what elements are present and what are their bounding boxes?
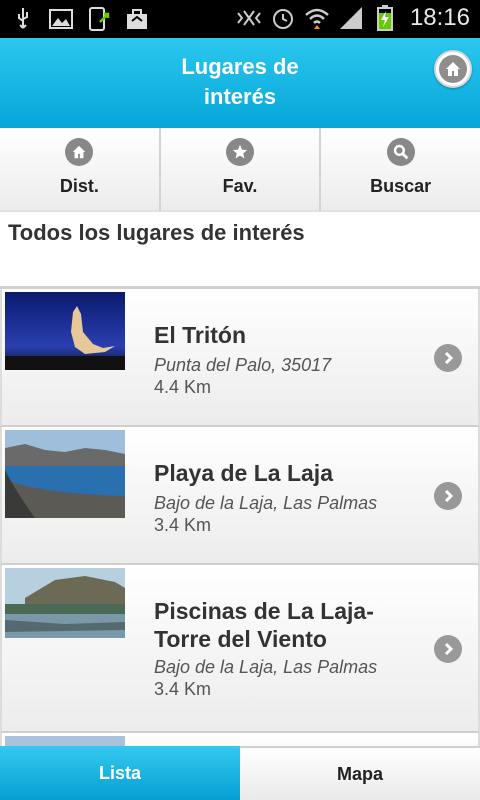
places-list[interactable]: El Tritón Punta del Palo, 35017 4.4 Km P…: [0, 289, 480, 747]
tab-label: Dist.: [59, 176, 99, 196]
signal-icon: [339, 7, 362, 29]
battery-charging-icon: [376, 5, 393, 31]
star-icon: [232, 144, 248, 159]
alarm-icon: [272, 9, 293, 29]
wifi-icon: [305, 8, 329, 29]
status-bar: 18:16: [0, 0, 480, 38]
place-address: Bajo de la Laja, Las Palmas: [154, 493, 378, 513]
chevron-right-icon[interactable]: [434, 482, 462, 510]
tab-favorites[interactable]: Fav.: [160, 128, 322, 212]
list-item[interactable]: Playa de La Laja Bajo de la Laja, Las Pa…: [0, 427, 480, 565]
place-name: El Tritón: [154, 322, 246, 348]
place-distance: 3.4 Km: [154, 515, 212, 535]
place-thumbnail: [5, 568, 125, 638]
place-distance: 4.4 Km: [154, 377, 212, 397]
home-button[interactable]: [434, 50, 472, 88]
place-address: Punta del Palo, 35017: [154, 355, 332, 375]
list-item[interactable]: El Tritón Punta del Palo, 35017 4.4 Km: [0, 289, 480, 427]
search-icon: [393, 144, 409, 160]
section-title: Todos los lugares de interés: [8, 220, 305, 245]
home-icon: [446, 62, 460, 76]
place-thumbnail: [5, 292, 125, 370]
place-name-continued: Torre del Viento: [154, 626, 327, 652]
list-item[interactable]: Piscinas de La Laja- Torre del Viento Ba…: [0, 565, 480, 733]
image-icon: [49, 9, 73, 29]
tab-list[interactable]: Lista: [0, 746, 240, 800]
place-address: Bajo de la Laja, Las Palmas: [154, 657, 378, 677]
tab-label: Buscar: [370, 176, 432, 196]
usb-icon: [18, 8, 28, 29]
clock: 18:16: [409, 4, 470, 31]
place-name: Piscinas de La Laja-: [154, 598, 374, 624]
tab-distance[interactable]: Dist.: [0, 128, 161, 212]
phone-sync-icon: [89, 7, 110, 31]
bag-icon: [127, 9, 147, 29]
tab-label: Fav.: [222, 176, 258, 196]
chevron-right-icon[interactable]: [434, 344, 462, 372]
app-header: Lugares de interés: [0, 38, 480, 128]
list-item[interactable]: [0, 733, 480, 747]
filter-tabs: Dist. Fav. Buscar: [0, 128, 480, 212]
vibrate-icon: [237, 10, 261, 26]
place-thumbnail: [5, 430, 125, 518]
place-distance: 3.4 Km: [154, 679, 212, 699]
page-title: Lugares de interés: [181, 54, 299, 109]
tab-search[interactable]: Buscar: [321, 128, 480, 212]
place-name: Playa de La Laja: [154, 460, 333, 486]
tab-map[interactable]: Mapa: [240, 746, 480, 800]
home-icon: [73, 145, 86, 159]
chevron-right-icon[interactable]: [434, 635, 462, 663]
bottom-tabs: Lista Mapa: [0, 746, 480, 800]
